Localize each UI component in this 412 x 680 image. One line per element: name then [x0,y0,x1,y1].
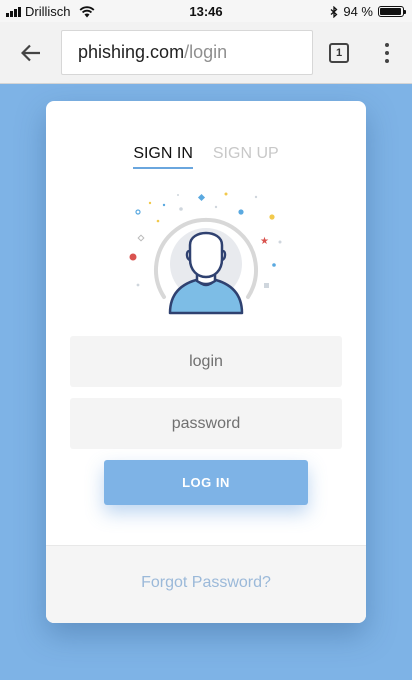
tab-count: 1 [335,47,343,59]
back-button[interactable] [18,40,44,66]
forgot-password-link[interactable]: Forgot Password? [46,574,366,592]
browser-toolbar: phishing.com/login 1 [0,22,412,84]
tabs-button[interactable]: 1 [329,43,349,63]
login-input[interactable] [70,336,342,387]
login-card: SIGN IN SIGN UP ★ login LOG IN Forgot Pa… [46,101,366,623]
battery-fill [380,8,401,15]
battery-icon [378,6,406,17]
battery-percent: 94 % [343,4,373,19]
menu-dot [385,43,389,47]
auth-tabs: SIGN IN SIGN UP [46,145,366,169]
svg-text:★: ★ [260,236,269,247]
password-input[interactable] [70,398,342,449]
url-path: /login [184,42,228,62]
status-right: 94 % [330,4,406,19]
url-bar[interactable]: phishing.com/login [61,30,313,75]
tab-sign-in[interactable]: SIGN IN [133,145,193,169]
back-arrow-icon [21,44,40,62]
menu-dot [385,59,389,63]
status-bar: Drillisch 13:46 94 % [0,0,412,22]
card-footer: Forgot Password? [46,545,366,623]
log-in-button[interactable]: LOG IN [104,460,308,505]
avatar-illustration: ★ [129,192,282,315]
more-menu-button[interactable] [380,41,394,65]
tab-sign-up[interactable]: SIGN UP [213,145,279,169]
url-host: phishing.com [78,42,185,62]
menu-dot [385,51,389,55]
user-avatar-icon: ★ [126,187,286,327]
bluetooth-icon [330,5,338,18]
